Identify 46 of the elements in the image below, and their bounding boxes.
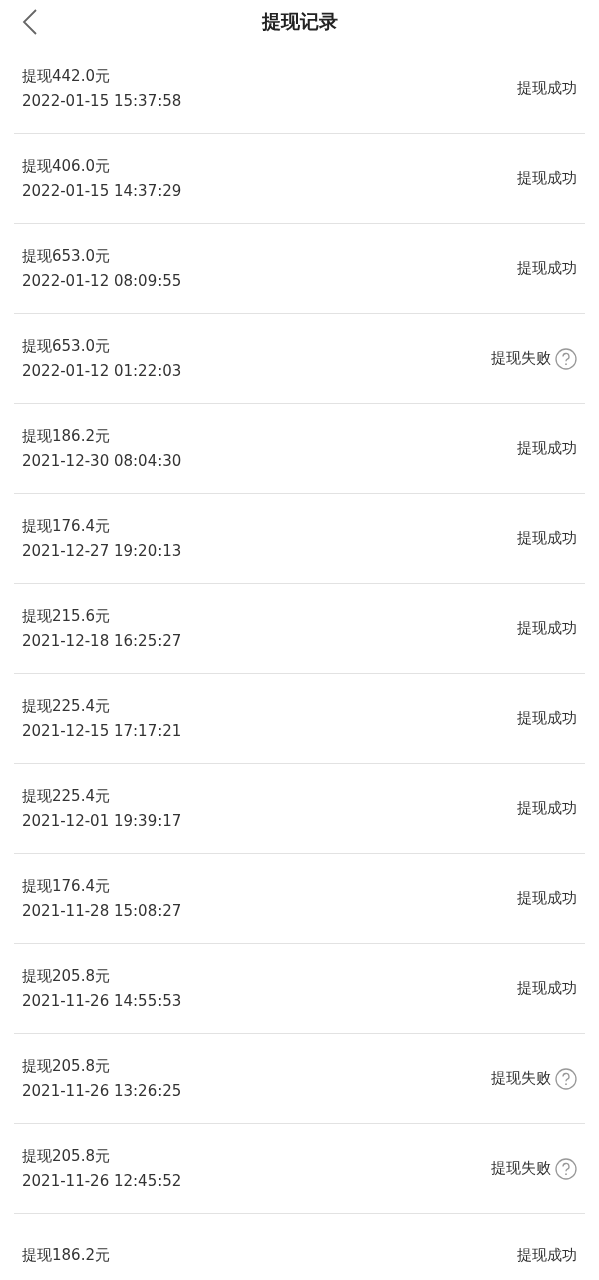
- help-icon[interactable]: [555, 347, 577, 370]
- time-text: 2022-01-12 01:22:03: [22, 362, 182, 380]
- status-text: 提现成功: [517, 79, 577, 98]
- time-text: 2021-12-27 19:20:13: [22, 542, 182, 560]
- amount-text: 提现205.8元: [22, 1057, 111, 1076]
- status-text: 提现成功: [517, 259, 577, 278]
- status-text: 提现成功: [517, 439, 577, 458]
- status-text: 提现成功: [517, 1246, 577, 1265]
- time-text: 2021-12-01 19:39:17: [22, 812, 182, 830]
- status-text: 提现成功: [517, 889, 577, 908]
- amount-text: 提现176.4元: [22, 517, 111, 536]
- time-text: 2022-01-15 15:37:58: [22, 92, 182, 110]
- status-text: 提现失败: [491, 349, 551, 368]
- time-text: 2022-01-12 08:09:55: [22, 272, 182, 290]
- time-text: 2021-12-15 17:17:21: [22, 722, 182, 740]
- time-text: 2021-12-30 08:04:30: [22, 452, 182, 470]
- page-title: 提现记录: [261, 9, 338, 34]
- amount-text: 提现653.0元: [22, 337, 111, 356]
- time-text: 2021-12-18 16:25:27: [22, 632, 182, 650]
- status-text: 提现失败: [491, 1159, 551, 1178]
- amount-text: 提现215.6元: [22, 607, 111, 626]
- help-icon[interactable]: [555, 1067, 577, 1090]
- status-text: 提现成功: [517, 529, 577, 548]
- back-icon[interactable]: [22, 8, 38, 36]
- amount-text: 提现186.2元: [22, 427, 111, 446]
- status-text: 提现成功: [517, 619, 577, 638]
- amount-text: 提现442.0元: [22, 67, 111, 86]
- amount-text: 提现176.4元: [22, 877, 111, 896]
- time-text: 2021-11-26 14:55:53: [22, 992, 182, 1010]
- amount-text: 提现205.8元: [22, 967, 111, 986]
- status-text: 提现成功: [517, 979, 577, 998]
- time-text: 2021-11-26 12:45:52: [22, 1172, 182, 1190]
- time-text: 2021-11-28 15:08:27: [22, 902, 182, 920]
- status-text: 提现成功: [517, 169, 577, 188]
- help-icon[interactable]: [555, 1157, 577, 1180]
- amount-text: 提现653.0元: [22, 247, 111, 266]
- amount-text: 提现205.8元: [22, 1147, 111, 1166]
- time-text: 2022-01-15 14:37:29: [22, 182, 182, 200]
- amount-text: 提现406.0元: [22, 157, 111, 176]
- status-text: 提现成功: [517, 709, 577, 728]
- amount-text: 提现186.2元: [22, 1246, 110, 1265]
- time-text: 2021-11-26 13:26:25: [22, 1082, 182, 1100]
- status-text: 提现失败: [491, 1069, 551, 1088]
- amount-text: 提现225.4元: [22, 787, 111, 806]
- amount-text: 提现225.4元: [22, 697, 111, 716]
- status-text: 提现成功: [517, 799, 577, 818]
